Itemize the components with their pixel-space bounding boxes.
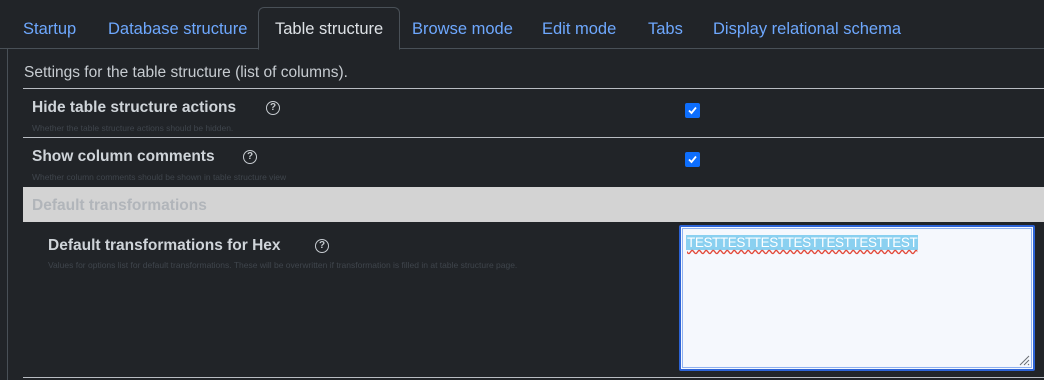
checkmark-icon [688, 106, 697, 115]
divider [23, 88, 1044, 89]
tab-tabs[interactable]: Tabs [648, 8, 683, 48]
panel-description: Settings for the table structure (list o… [24, 64, 348, 81]
divider [23, 377, 1044, 378]
tab-browse-mode[interactable]: Browse mode [412, 8, 513, 48]
resize-handle-icon[interactable] [1018, 354, 1030, 366]
setting-subtitle-hide-actions: Whether the table structure actions shou… [32, 123, 234, 133]
checkmark-icon [688, 155, 697, 164]
help-icon[interactable]: ? [243, 150, 257, 164]
show-comments-checkbox[interactable] [685, 152, 700, 167]
tab-table-structure[interactable]: Table structure [258, 7, 401, 50]
hex-transformations-textarea[interactable]: TESTTESTTESTTESTTESTTESTTEST [679, 225, 1035, 371]
textarea-selected-text: TESTTESTTESTTESTTESTTESTTEST [686, 235, 919, 250]
tab-startup[interactable]: Startup [23, 8, 76, 48]
help-icon[interactable]: ? [315, 239, 329, 253]
settings-tab-bar: Startup Database structure Table structu… [0, 0, 1044, 50]
setting-title-show-comments: Show column comments [32, 148, 215, 165]
setting-title-hide-actions: Hide table structure actions [32, 99, 237, 116]
tab-database-structure[interactable]: Database structure [108, 8, 247, 48]
tab-edit-mode[interactable]: Edit mode [542, 8, 616, 48]
setting-subtitle-show-comments: Whether column comments should be shown … [32, 172, 287, 182]
hide-actions-checkbox[interactable] [685, 103, 700, 118]
field-title-hex: Default transformations for Hex [48, 237, 281, 254]
field-subtitle-hex: Values for options list for default tran… [48, 260, 518, 270]
help-icon[interactable]: ? [266, 101, 280, 115]
tab-display-relational-schema[interactable]: Display relational schema [713, 8, 901, 48]
section-title: Default transformations [32, 197, 207, 214]
section-header-default-transformations: Default transformations [23, 187, 1044, 222]
divider [23, 137, 1044, 138]
